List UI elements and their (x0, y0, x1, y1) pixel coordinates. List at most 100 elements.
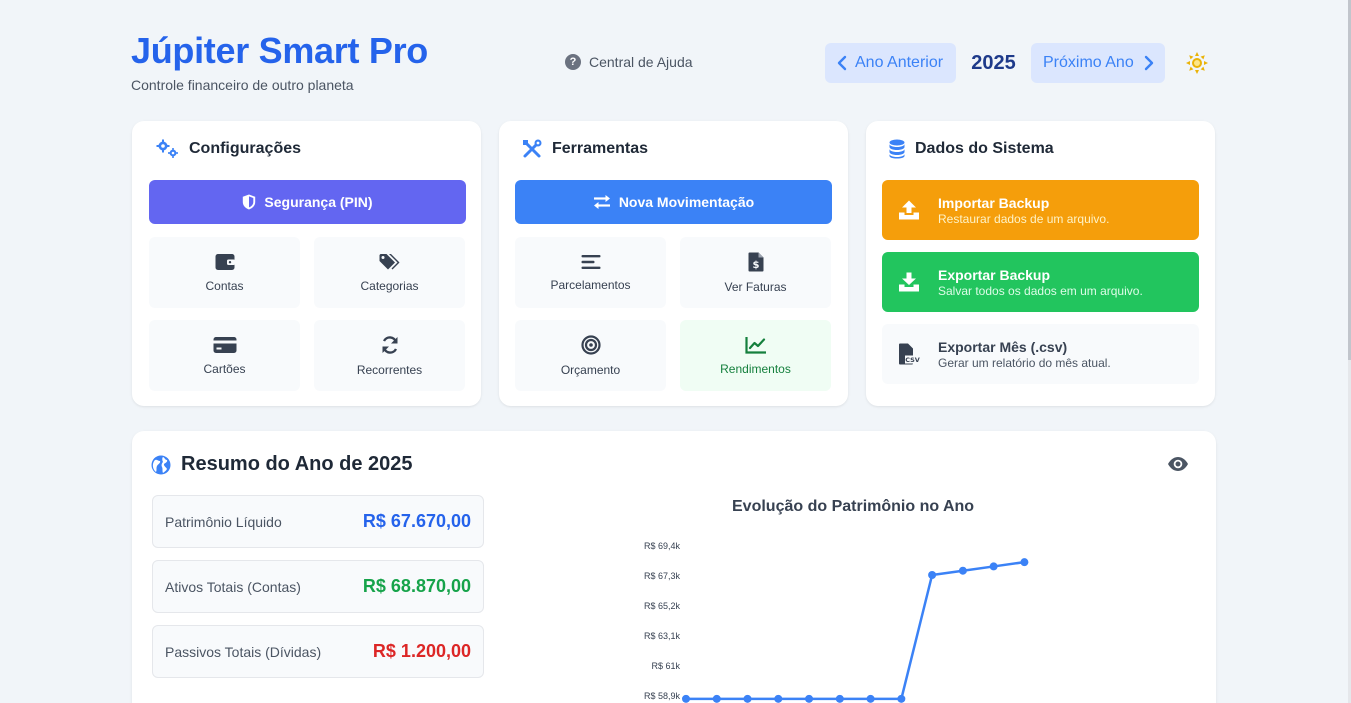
import-backup-text: Importar Backup Restaurar dados de um ar… (938, 195, 1109, 226)
import-backup-button[interactable]: Importar Backup Restaurar dados de um ar… (882, 180, 1199, 240)
previous-year-label: Ano Anterior (855, 54, 944, 71)
next-year-button[interactable]: Próximo Ano (1031, 43, 1165, 83)
categories-label: Categorias (360, 278, 419, 293)
config-card-header: Configurações (155, 139, 301, 159)
accounts-label: Contas (205, 278, 244, 293)
accounts-tile[interactable]: Contas (149, 237, 300, 308)
data-point[interactable] (989, 562, 998, 571)
y-tick-label: R$ 67,3k (644, 571, 681, 581)
budget-label: Orçamento (560, 362, 621, 377)
credit-card-icon (213, 336, 236, 353)
series-line (686, 560, 1025, 701)
gears-icon (156, 139, 178, 158)
question-circle-icon: ? (565, 54, 581, 70)
import-backup-description: Restaurar dados de um arquivo. (938, 211, 1110, 226)
upload-icon (899, 200, 919, 220)
database-icon (889, 139, 905, 159)
installments-tile[interactable]: Parcelamentos (515, 237, 666, 308)
target-icon (580, 334, 601, 355)
export-backup-text: Exportar Backup Salvar todos os dados em… (938, 267, 1143, 298)
security-pin-button[interactable]: Segurança (PIN) (149, 180, 466, 224)
tags-icon (379, 253, 399, 269)
config-card-title: Configurações (189, 140, 302, 157)
total-assets-value: R$ 68.870,00 (362, 576, 471, 596)
exchange-icon (593, 195, 610, 209)
data-point[interactable] (805, 694, 814, 703)
data-point[interactable] (774, 694, 783, 703)
total-assets-label: Ativos Totais (Contas) (165, 578, 301, 595)
invoice-dollar-icon: $ (748, 252, 763, 271)
invoices-label: Ver Faturas (724, 279, 787, 294)
budget-tile[interactable]: Orçamento (515, 320, 666, 391)
total-liabilities-label: Passivos Totais (Dívidas) (165, 643, 322, 660)
tools-icon (523, 139, 542, 158)
next-year-label: Próximo Ano (1043, 54, 1134, 71)
export-month-title: Exportar Mês (.csv) (938, 338, 1068, 355)
data-point[interactable] (958, 566, 967, 575)
tools-card-title: Ferramentas (552, 140, 649, 157)
svg-text:$: $ (752, 260, 759, 271)
chart-line-icon (744, 336, 766, 354)
year-summary-card: Resumo do Ano de 2025 Patrimônio Líquido… (132, 431, 1216, 703)
data-point[interactable] (712, 694, 721, 703)
data-point[interactable] (743, 694, 752, 703)
wallet-icon (215, 253, 235, 270)
system-card-title: Dados do Sistema (915, 140, 1054, 157)
file-csv-icon: CSVCSV (899, 343, 920, 365)
total-liabilities-stat: Passivos Totais (Dívidas) R$ 1.200,00 (152, 625, 484, 678)
earnings-tile[interactable]: Rendimentos (680, 320, 831, 391)
export-backup-title: Exportar Backup (938, 266, 1051, 283)
export-backup-button[interactable]: Exportar Backup Salvar todos os dados em… (882, 252, 1199, 312)
net-worth-value: R$ 67.670,00 (362, 511, 471, 531)
import-backup-title: Importar Backup (938, 194, 1050, 211)
categories-tile[interactable]: Categorias (314, 237, 465, 308)
data-point[interactable] (928, 571, 937, 579)
recurring-label: Recorrentes (356, 362, 423, 377)
toggle-visibility-button[interactable] (1167, 456, 1189, 472)
y-tick-label: R$ 58,9k (644, 691, 681, 701)
chart-title: Evolução do Patrimônio no Ano (732, 498, 975, 515)
installments-label: Parcelamentos (550, 277, 631, 292)
help-center-label: Central de Ajuda (589, 54, 693, 70)
net-worth-label: Patrimônio Líquido (165, 513, 282, 530)
previous-year-button[interactable]: Ano Anterior (825, 43, 956, 83)
y-tick-label: R$ 69,4k (644, 541, 681, 551)
export-month-text: Exportar Mês (.csv) Gerar um relatório d… (938, 339, 1111, 370)
export-month-csv-button[interactable]: CSVCSV Exportar Mês (.csv) Gerar um rela… (882, 324, 1199, 384)
shield-icon (243, 194, 256, 210)
data-point[interactable] (682, 694, 690, 703)
year-navigation: Ano Anterior 2025 Próximo Ano (825, 43, 1165, 83)
cards-tile[interactable]: Cartões (149, 320, 300, 391)
chevron-left-icon (837, 55, 847, 71)
new-transaction-label: Nova Movimentação (618, 194, 755, 210)
y-tick-label: R$ 61k (651, 661, 680, 671)
recurring-tile[interactable]: Recorrentes (314, 320, 465, 391)
summary-title: Resumo do Ano de 2025 (181, 453, 413, 475)
globe-icon (151, 455, 171, 474)
y-tick-label: R$ 63,1k (644, 631, 681, 641)
net-worth-stat: Patrimônio Líquido R$ 67.670,00 (152, 495, 484, 548)
new-transaction-button[interactable]: Nova Movimentação (515, 180, 832, 224)
app-title: Júpiter Smart Pro (131, 30, 428, 71)
total-assets-stat: Ativos Totais (Contas) R$ 68.870,00 (152, 560, 484, 613)
cards-label: Cartões (203, 361, 246, 376)
help-center-link[interactable]: ? Central de Ajuda (565, 54, 693, 70)
total-liabilities-value: R$ 1.200,00 (372, 641, 471, 661)
align-lines-icon (581, 254, 600, 269)
data-point[interactable] (897, 694, 906, 703)
system-card-header: Dados do Sistema (889, 139, 1054, 159)
security-pin-label: Segurança (PIN) (264, 194, 373, 210)
chevron-right-icon (1144, 55, 1153, 71)
system-data-card: Dados do Sistema Importar Backup Restaur… (866, 121, 1215, 406)
invoices-tile[interactable]: $ Ver Faturas (680, 237, 831, 308)
sun-icon (1186, 52, 1208, 74)
tools-card: Ferramentas Nova Movimentação Parcelamen… (499, 121, 848, 406)
summary-header: Resumo do Ano de 2025 (151, 453, 413, 476)
data-point[interactable] (1020, 558, 1029, 567)
export-backup-description: Salvar todos os dados em um arquivo. (938, 283, 1143, 298)
data-point[interactable] (866, 694, 875, 703)
svg-text:CSV: CSV (905, 356, 920, 364)
earnings-label: Rendimentos (720, 361, 791, 376)
theme-toggle-button[interactable] (1186, 52, 1208, 74)
data-point[interactable] (835, 694, 844, 703)
